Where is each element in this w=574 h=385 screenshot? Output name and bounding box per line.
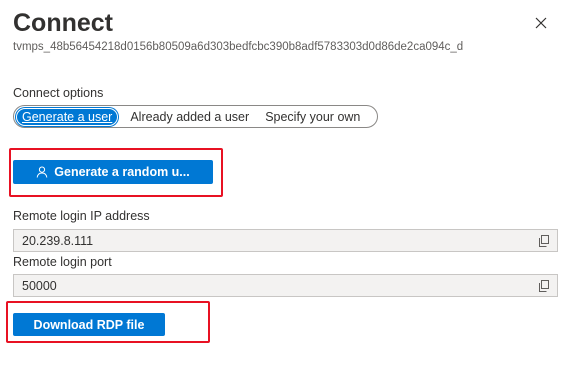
person-icon — [36, 166, 48, 178]
download-rdp-button-label: Download RDP file — [33, 317, 145, 332]
copy-icon[interactable] — [538, 235, 550, 247]
copy-icon[interactable] — [538, 280, 550, 292]
close-button[interactable] — [531, 13, 551, 33]
remote-port-value: 50000 — [22, 278, 57, 293]
connect-options-group: Generate a user Already added a user Spe… — [13, 105, 378, 128]
option-already-added-user[interactable]: Already added a user — [124, 108, 255, 126]
connect-options-label: Connect options — [13, 86, 104, 100]
option-specify-own[interactable]: Specify your own — [259, 108, 366, 126]
close-icon — [535, 17, 547, 29]
option-generate-user[interactable]: Generate a user — [16, 107, 119, 126]
download-rdp-button[interactable]: Download RDP file — [13, 313, 165, 336]
page-title: Connect — [13, 9, 113, 37]
remote-ip-label: Remote login IP address — [13, 209, 150, 223]
remote-ip-field[interactable]: 20.239.8.111 — [13, 229, 558, 252]
remote-port-field[interactable]: 50000 — [13, 274, 558, 297]
resource-id: tvmps_48b56454218d0156b80509a6d303bedfcb… — [13, 41, 464, 53]
remote-ip-value: 20.239.8.111 — [22, 233, 94, 248]
generate-user-button[interactable]: Generate a random u... — [13, 160, 213, 184]
remote-port-label: Remote login port — [13, 255, 112, 269]
generate-user-button-label: Generate a random u... — [54, 165, 190, 179]
